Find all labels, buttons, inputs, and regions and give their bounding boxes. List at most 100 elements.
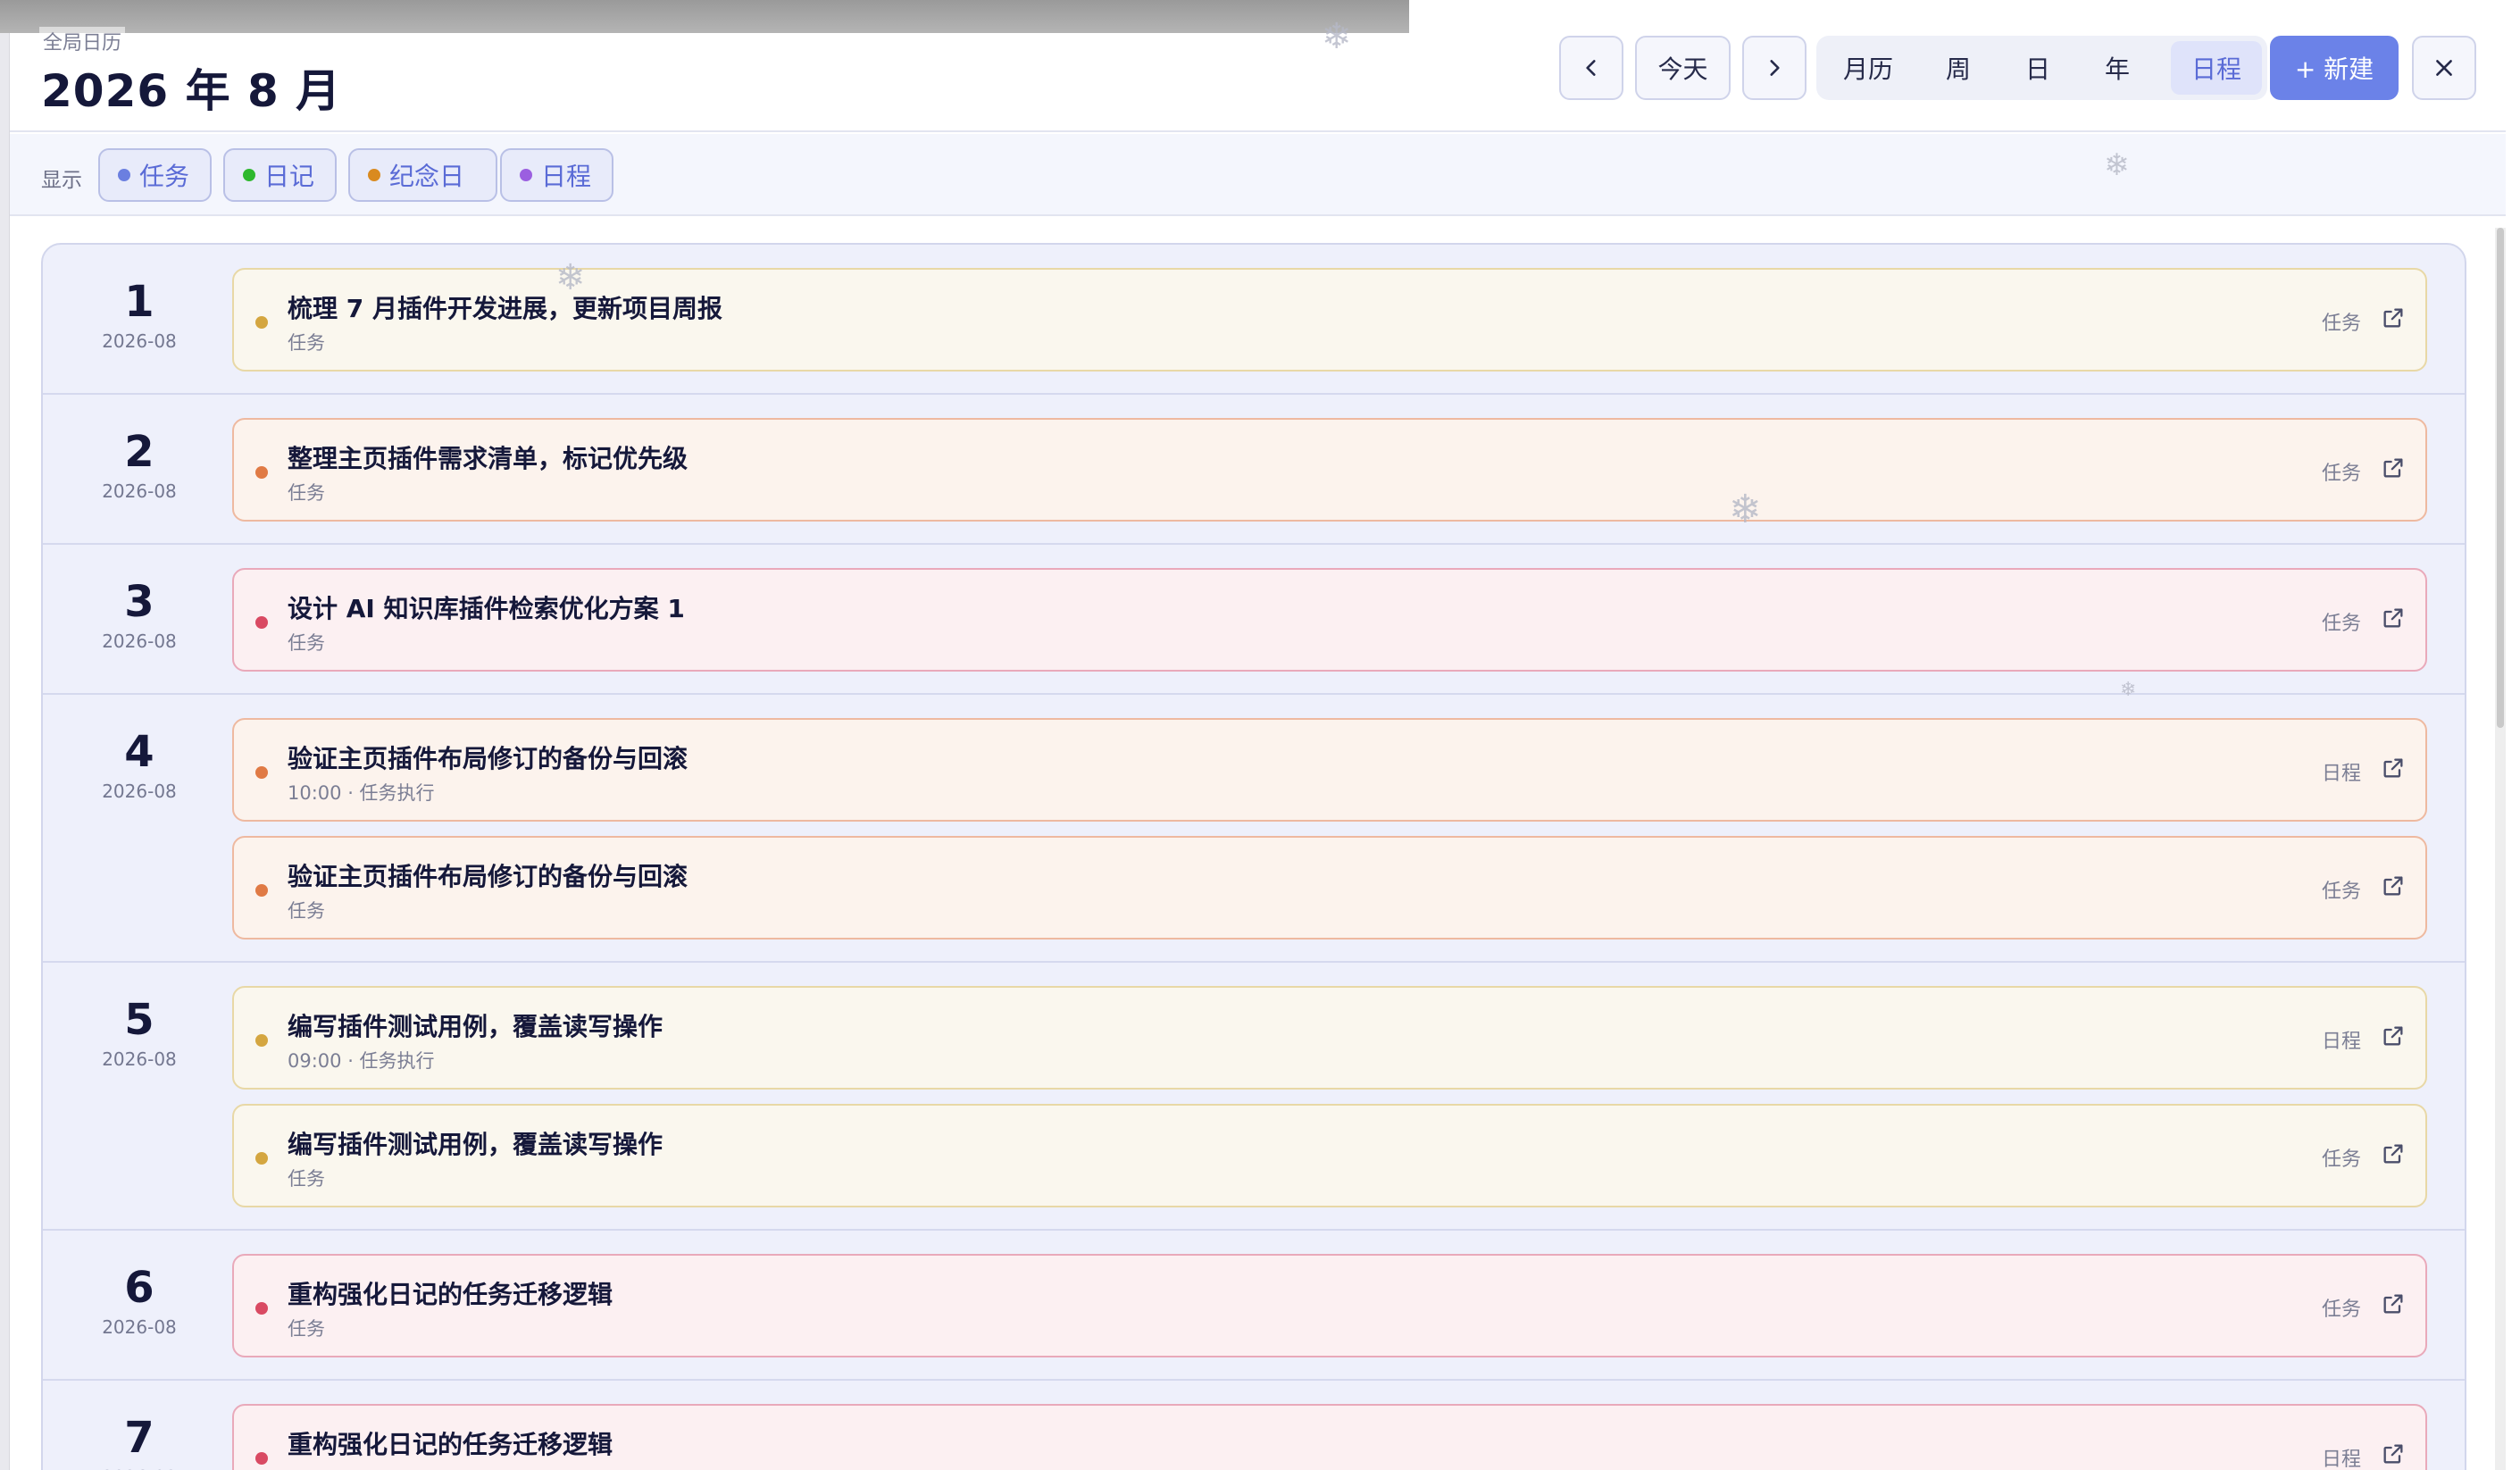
event-title: 编写插件测试用例，覆盖读写操作	[288, 1130, 663, 1159]
day-number: 4	[124, 727, 154, 777]
snowflake-icon: ❄	[1729, 487, 1762, 532]
day-month: 2026-08	[43, 1466, 236, 1470]
day-group: 3 2026-08 设计 AI 知识库插件检索优化方案 1 任务 任务	[43, 545, 2465, 695]
event-subtitle: 10:00 · 任务执行	[288, 782, 435, 804]
priority-dot-icon	[255, 884, 268, 897]
day-number: 7	[124, 1413, 154, 1463]
day-group: 4 2026-08 验证主页插件布局修订的备份与回滚 10:00 · 任务执行 日程 验证…	[43, 695, 2465, 963]
filter-chip-diary[interactable]: 日记	[223, 148, 337, 202]
event-title: 重构强化日记的任务迁移逻辑	[288, 1280, 613, 1309]
next-month-button[interactable]	[1742, 36, 1807, 100]
day-number: 3	[124, 577, 154, 627]
event-title: 编写插件测试用例，覆盖读写操作	[288, 1012, 663, 1041]
day-number: 5	[124, 995, 154, 1045]
diary-dot-icon	[243, 169, 255, 181]
snowflake-icon: ❄	[2104, 147, 2130, 183]
open-external-icon[interactable]	[2381, 873, 2406, 898]
scrollbar[interactable]	[2495, 228, 2506, 1470]
schedule-dot-icon	[520, 169, 532, 181]
event-type-tag: 任务	[2321, 1148, 2361, 1171]
event-type-tag: 任务	[2321, 1299, 2361, 1321]
prev-month-button[interactable]	[1559, 36, 1623, 100]
day-group: 6 2026-08 重构强化日记的任务迁移逻辑 任务 任务	[43, 1231, 2465, 1381]
priority-dot-icon	[255, 766, 268, 779]
chip-label: 任务	[139, 162, 190, 191]
event-card[interactable]: 设计 AI 知识库插件检索优化方案 1 任务 任务	[232, 568, 2427, 672]
event-card[interactable]: 验证主页插件布局修订的备份与回滚 10:00 · 任务执行 日程	[232, 718, 2427, 822]
snowflake-icon: ❄	[2120, 679, 2137, 701]
priority-dot-icon	[255, 616, 268, 629]
new-event-button[interactable]: + 新建	[2270, 36, 2399, 100]
priority-dot-icon	[255, 316, 268, 329]
event-type-tag: 日程	[2321, 1449, 2361, 1470]
day-number: 1	[124, 277, 154, 327]
event-title: 验证主页插件布局修订的备份与回滚	[288, 862, 688, 891]
filter-label: 显示	[41, 169, 82, 192]
day-month: 2026-08	[102, 1316, 177, 1338]
task-dot-icon	[118, 169, 130, 181]
day-group: 5 2026-08 编写插件测试用例，覆盖读写操作 09:00 · 任务执行 日程 编写插…	[43, 963, 2465, 1231]
view-day-tab[interactable]: 日	[2001, 41, 2074, 95]
priority-dot-icon	[255, 1452, 268, 1465]
view-year-tab[interactable]: 年	[2081, 41, 2154, 95]
event-card[interactable]: 编写插件测试用例，覆盖读写操作 任务 任务	[232, 1104, 2427, 1207]
event-subtitle: 任务	[288, 332, 325, 354]
today-button[interactable]: 今天	[1635, 36, 1731, 100]
open-external-icon[interactable]	[2381, 606, 2406, 631]
day-month: 2026-08	[102, 480, 177, 502]
background-window-edge	[0, 0, 10, 1470]
event-type-tag: 日程	[2321, 763, 2361, 785]
open-external-icon[interactable]	[2381, 1023, 2406, 1048]
page-title: 2026 年 8 月	[41, 65, 342, 117]
open-external-icon[interactable]	[2381, 756, 2406, 781]
day-month: 2026-08	[102, 781, 177, 802]
day-month: 2026-08	[102, 1048, 177, 1070]
scrollbar-thumb[interactable]	[2497, 228, 2504, 728]
chip-label: 纪念日	[389, 162, 465, 191]
view-agenda-tab[interactable]: 日程	[2171, 41, 2262, 95]
priority-dot-icon	[255, 1302, 268, 1315]
priority-dot-icon	[255, 1034, 268, 1047]
event-title: 设计 AI 知识库插件检索优化方案 1	[288, 594, 685, 623]
priority-dot-icon	[255, 466, 268, 479]
event-title: 整理主页插件需求清单，标记优先级	[288, 444, 688, 473]
event-subtitle: 任务	[288, 1318, 325, 1340]
filter-bar: 显示 任务 日记 纪念日 日程	[10, 134, 2506, 216]
event-title: 验证主页插件布局修订的备份与回滚	[288, 744, 688, 773]
close-button[interactable]	[2412, 36, 2476, 100]
open-external-icon[interactable]	[2381, 1291, 2406, 1316]
event-card[interactable]: 重构强化日记的任务迁移逻辑日程	[232, 1404, 2427, 1470]
day-number: 2	[124, 427, 154, 477]
filter-chip-task[interactable]: 任务	[98, 148, 212, 202]
snowflake-icon: ❄	[555, 257, 586, 298]
open-external-icon[interactable]	[2381, 1441, 2406, 1466]
event-type-tag: 任务	[2321, 881, 2361, 903]
event-subtitle: 任务	[288, 482, 325, 504]
open-external-icon[interactable]	[2381, 1141, 2406, 1166]
event-type-tag: 日程	[2321, 1031, 2361, 1053]
event-subtitle: 任务	[288, 1168, 325, 1190]
day-group: 72026-08重构强化日记的任务迁移逻辑日程	[43, 1381, 2465, 1470]
event-card[interactable]: 编写插件测试用例，覆盖读写操作 09:00 · 任务执行 日程	[232, 986, 2427, 1090]
event-card[interactable]: 验证主页插件布局修订的备份与回滚 任务 任务	[232, 836, 2427, 940]
day-month: 2026-08	[102, 631, 177, 652]
global-calendar-panel: 2026 年 8 月 今天 月历 周 日 年 日程 + 新建 显示 任务 日记	[10, 0, 2506, 1470]
event-card[interactable]: 整理主页插件需求清单，标记优先级 任务 任务	[232, 418, 2427, 522]
anniversary-dot-icon	[368, 169, 380, 181]
view-week-tab[interactable]: 周	[1922, 41, 1995, 95]
view-switcher: 月历 周 日 年 日程	[1816, 36, 2267, 100]
event-title: 重构强化日记的任务迁移逻辑	[288, 1430, 613, 1459]
open-external-icon[interactable]	[2381, 455, 2406, 480]
open-external-icon[interactable]	[2381, 305, 2406, 330]
event-card[interactable]: 重构强化日记的任务迁移逻辑 任务 任务	[232, 1254, 2427, 1357]
chevron-right-icon	[1770, 60, 1780, 76]
chip-label: 日程	[541, 162, 592, 191]
calendar-subtitle: 全局日历	[39, 27, 126, 55]
filter-chip-schedule[interactable]: 日程	[500, 148, 613, 202]
view-month-tab[interactable]: 月历	[1822, 41, 1915, 95]
close-icon	[2436, 60, 2452, 76]
event-type-tag: 任务	[2321, 463, 2361, 485]
overlay-strip: 全局日历	[0, 0, 1409, 55]
event-subtitle: 任务	[288, 900, 325, 922]
filter-chip-anniversary[interactable]: 纪念日	[348, 148, 497, 202]
